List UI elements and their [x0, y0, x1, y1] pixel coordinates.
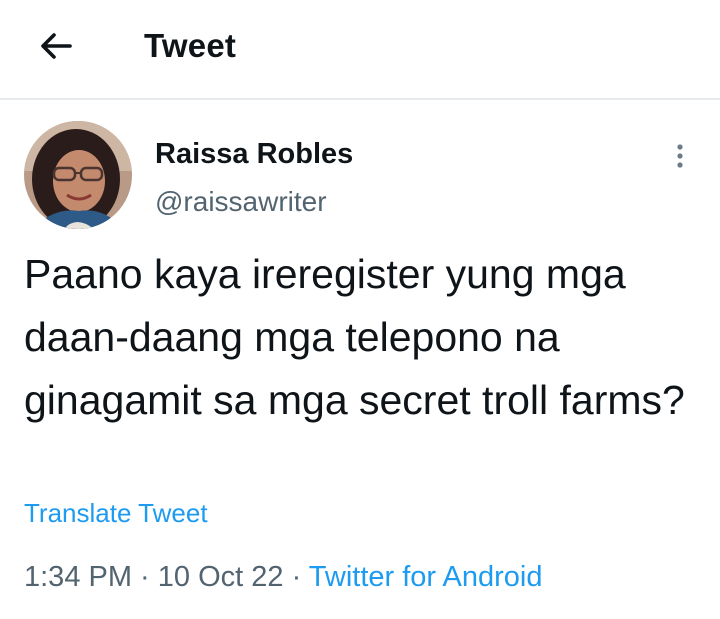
avatar-image: [24, 121, 132, 229]
tweet-date[interactable]: 10 Oct 22: [158, 561, 284, 593]
tweet-time[interactable]: 1:34 PM: [24, 561, 132, 593]
author-handle[interactable]: @raissawriter: [155, 186, 327, 218]
page-title: Tweet: [144, 27, 237, 64]
author-name[interactable]: Raissa Robles: [155, 138, 353, 171]
tweet-text: Paano kaya ireregister yung mga daan-daa…: [24, 251, 685, 423]
tweet-meta: 1:34 PM · 10 Oct 22 · Twitter for Androi…: [24, 561, 543, 594]
translate-tweet-link[interactable]: Translate Tweet: [24, 498, 208, 529]
tweet-source-link[interactable]: Twitter for Android: [309, 561, 543, 593]
more-options-button[interactable]: [664, 140, 696, 172]
meta-separator-2: ·: [283, 561, 309, 593]
more-vertical-icon: [677, 144, 683, 168]
avatar[interactable]: [24, 121, 132, 229]
meta-separator: ·: [132, 561, 158, 593]
back-button[interactable]: [36, 26, 76, 66]
top-bar: Tweet: [0, 0, 720, 98]
header-divider: [0, 98, 720, 100]
arrow-left-icon: [41, 33, 72, 59]
